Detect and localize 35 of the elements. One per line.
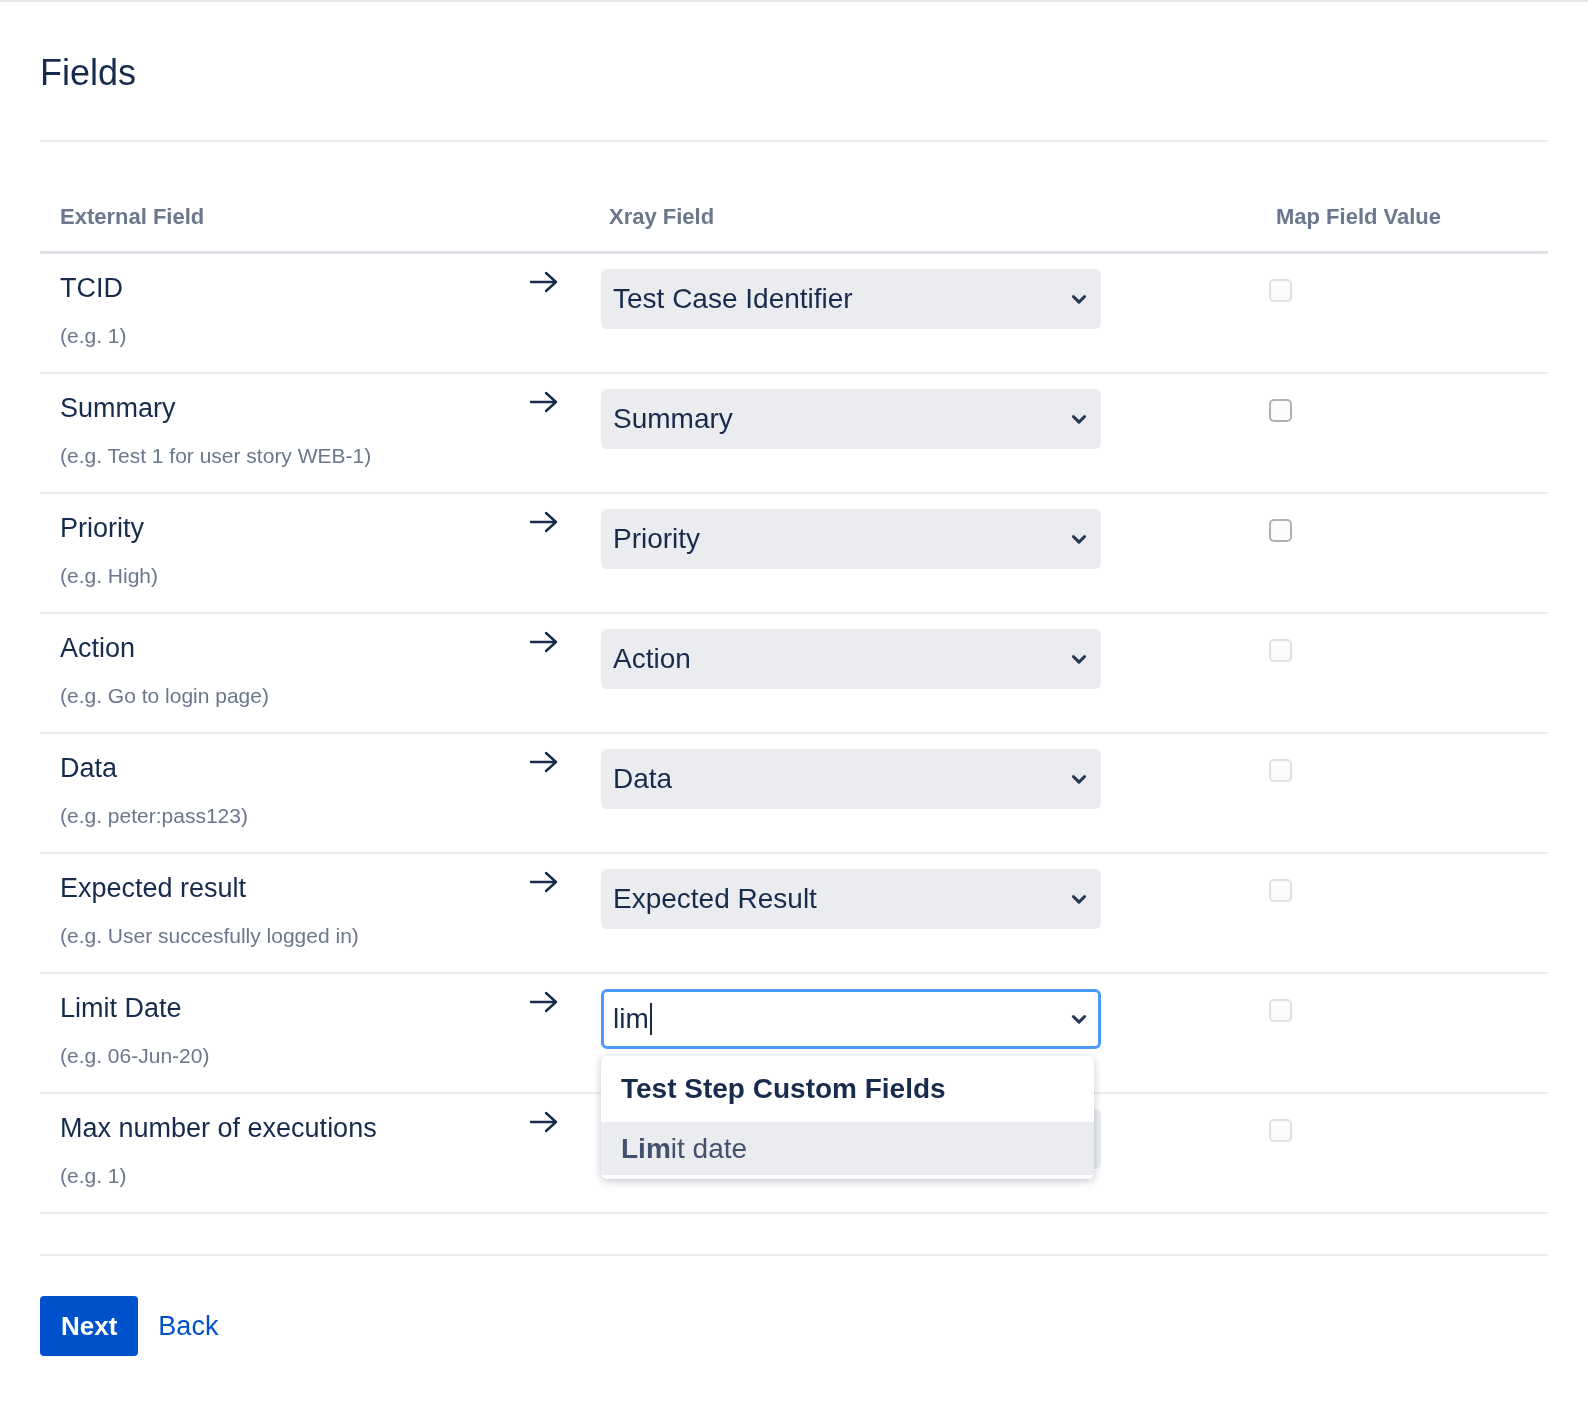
field-example: (e.g. Test 1 for user story WEB-1) <box>60 443 373 469</box>
field-name: Action <box>60 632 137 664</box>
field-example: (e.g. 1) <box>60 1163 128 1189</box>
field-name: Priority <box>60 512 145 544</box>
field-name: TCID <box>60 272 124 304</box>
right-arrow-icon <box>529 270 559 294</box>
right-arrow-icon <box>529 1110 559 1134</box>
column-header: Xray Field <box>609 203 716 231</box>
field-example: (e.g. High) <box>60 563 160 589</box>
checkbox[interactable] <box>1269 519 1292 542</box>
field-name: Limit Date <box>60 992 183 1024</box>
column-header: Map Field Value <box>1276 203 1442 231</box>
right-arrow-icon <box>529 390 559 414</box>
checkbox[interactable] <box>1269 399 1292 422</box>
field-name: Max number of executions <box>60 1112 378 1144</box>
column-header: External Field <box>60 203 206 231</box>
menu-group-heading: Test Step Custom Fields <box>620 1072 947 1106</box>
field-example: (e.g. Go to login page) <box>60 683 270 709</box>
select-field[interactable]: Priority <box>601 509 1101 569</box>
select-field[interactable]: Summary <box>601 389 1101 449</box>
field-example: (e.g. User succesfully logged in) <box>60 923 360 949</box>
right-arrow-icon <box>529 630 559 654</box>
field-example: (e.g. peter:pass123) <box>60 803 249 829</box>
field-name: Expected result <box>60 872 248 904</box>
back-link[interactable]: Back <box>158 1305 219 1347</box>
field-name: Data <box>60 752 119 784</box>
right-arrow-icon <box>529 870 559 894</box>
field-name: Summary <box>60 392 177 424</box>
field-example: (e.g. 1) <box>60 323 128 349</box>
page-title: Fields <box>40 55 138 91</box>
next-button[interactable]: Next <box>40 1296 139 1356</box>
right-arrow-icon <box>529 750 559 774</box>
right-arrow-icon <box>529 990 559 1014</box>
right-arrow-icon <box>529 510 559 534</box>
field-example: (e.g. 06-Jun-20) <box>60 1043 211 1069</box>
